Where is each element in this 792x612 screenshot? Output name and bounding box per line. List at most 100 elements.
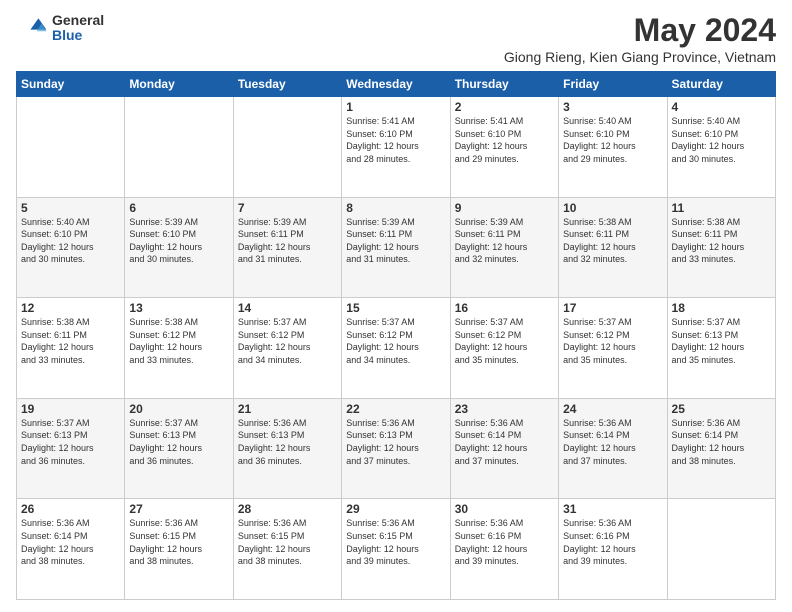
col-thursday: Thursday: [450, 72, 558, 97]
table-row: 19Sunrise: 5:37 AM Sunset: 6:13 PM Dayli…: [17, 398, 125, 499]
day-details: Sunrise: 5:37 AM Sunset: 6:12 PM Dayligh…: [238, 316, 337, 366]
day-details: Sunrise: 5:36 AM Sunset: 6:14 PM Dayligh…: [21, 517, 120, 567]
day-details: Sunrise: 5:39 AM Sunset: 6:10 PM Dayligh…: [129, 216, 228, 266]
table-row: 13Sunrise: 5:38 AM Sunset: 6:12 PM Dayli…: [125, 298, 233, 399]
day-details: Sunrise: 5:36 AM Sunset: 6:15 PM Dayligh…: [129, 517, 228, 567]
logo-text: General Blue: [52, 13, 104, 44]
col-sunday: Sunday: [17, 72, 125, 97]
day-details: Sunrise: 5:36 AM Sunset: 6:15 PM Dayligh…: [346, 517, 445, 567]
table-row: 14Sunrise: 5:37 AM Sunset: 6:12 PM Dayli…: [233, 298, 341, 399]
day-number: 20: [129, 402, 228, 416]
table-row: 28Sunrise: 5:36 AM Sunset: 6:15 PM Dayli…: [233, 499, 341, 600]
day-details: Sunrise: 5:36 AM Sunset: 6:14 PM Dayligh…: [563, 417, 662, 467]
day-number: 31: [563, 502, 662, 516]
day-number: 26: [21, 502, 120, 516]
table-row: 8Sunrise: 5:39 AM Sunset: 6:11 PM Daylig…: [342, 197, 450, 298]
table-row: 31Sunrise: 5:36 AM Sunset: 6:16 PM Dayli…: [559, 499, 667, 600]
day-details: Sunrise: 5:37 AM Sunset: 6:12 PM Dayligh…: [455, 316, 554, 366]
logo-general: General: [52, 13, 104, 28]
day-number: 11: [672, 201, 771, 215]
day-number: 8: [346, 201, 445, 215]
table-row: 9Sunrise: 5:39 AM Sunset: 6:11 PM Daylig…: [450, 197, 558, 298]
col-wednesday: Wednesday: [342, 72, 450, 97]
day-details: Sunrise: 5:41 AM Sunset: 6:10 PM Dayligh…: [346, 115, 445, 165]
day-number: 19: [21, 402, 120, 416]
day-details: Sunrise: 5:36 AM Sunset: 6:14 PM Dayligh…: [672, 417, 771, 467]
day-details: Sunrise: 5:36 AM Sunset: 6:16 PM Dayligh…: [455, 517, 554, 567]
table-row: 10Sunrise: 5:38 AM Sunset: 6:11 PM Dayli…: [559, 197, 667, 298]
day-details: Sunrise: 5:41 AM Sunset: 6:10 PM Dayligh…: [455, 115, 554, 165]
table-row: [17, 97, 125, 198]
day-details: Sunrise: 5:40 AM Sunset: 6:10 PM Dayligh…: [672, 115, 771, 165]
day-number: 22: [346, 402, 445, 416]
day-details: Sunrise: 5:39 AM Sunset: 6:11 PM Dayligh…: [455, 216, 554, 266]
col-friday: Friday: [559, 72, 667, 97]
col-monday: Monday: [125, 72, 233, 97]
day-number: 21: [238, 402, 337, 416]
table-row: 11Sunrise: 5:38 AM Sunset: 6:11 PM Dayli…: [667, 197, 775, 298]
logo: General Blue: [16, 12, 104, 44]
page: General Blue May 2024 Giong Rieng, Kien …: [0, 0, 792, 612]
day-number: 28: [238, 502, 337, 516]
day-number: 18: [672, 301, 771, 315]
table-row: 26Sunrise: 5:36 AM Sunset: 6:14 PM Dayli…: [17, 499, 125, 600]
day-number: 15: [346, 301, 445, 315]
day-details: Sunrise: 5:36 AM Sunset: 6:16 PM Dayligh…: [563, 517, 662, 567]
day-details: Sunrise: 5:38 AM Sunset: 6:11 PM Dayligh…: [563, 216, 662, 266]
calendar-header-row: Sunday Monday Tuesday Wednesday Thursday…: [17, 72, 776, 97]
col-saturday: Saturday: [667, 72, 775, 97]
day-details: Sunrise: 5:40 AM Sunset: 6:10 PM Dayligh…: [563, 115, 662, 165]
table-row: 12Sunrise: 5:38 AM Sunset: 6:11 PM Dayli…: [17, 298, 125, 399]
logo-icon: [16, 12, 48, 44]
table-row: 23Sunrise: 5:36 AM Sunset: 6:14 PM Dayli…: [450, 398, 558, 499]
title-block: May 2024 Giong Rieng, Kien Giang Provinc…: [504, 12, 776, 65]
table-row: 25Sunrise: 5:36 AM Sunset: 6:14 PM Dayli…: [667, 398, 775, 499]
day-number: 17: [563, 301, 662, 315]
table-row: 30Sunrise: 5:36 AM Sunset: 6:16 PM Dayli…: [450, 499, 558, 600]
logo-blue: Blue: [52, 28, 104, 43]
table-row: 20Sunrise: 5:37 AM Sunset: 6:13 PM Dayli…: [125, 398, 233, 499]
calendar-week-row: 12Sunrise: 5:38 AM Sunset: 6:11 PM Dayli…: [17, 298, 776, 399]
table-row: 17Sunrise: 5:37 AM Sunset: 6:12 PM Dayli…: [559, 298, 667, 399]
day-number: 4: [672, 100, 771, 114]
day-number: 24: [563, 402, 662, 416]
day-number: 2: [455, 100, 554, 114]
subtitle: Giong Rieng, Kien Giang Province, Vietna…: [504, 49, 776, 65]
day-details: Sunrise: 5:36 AM Sunset: 6:15 PM Dayligh…: [238, 517, 337, 567]
table-row: 24Sunrise: 5:36 AM Sunset: 6:14 PM Dayli…: [559, 398, 667, 499]
table-row: 1Sunrise: 5:41 AM Sunset: 6:10 PM Daylig…: [342, 97, 450, 198]
table-row: [667, 499, 775, 600]
day-number: 13: [129, 301, 228, 315]
day-details: Sunrise: 5:38 AM Sunset: 6:11 PM Dayligh…: [21, 316, 120, 366]
day-details: Sunrise: 5:37 AM Sunset: 6:12 PM Dayligh…: [563, 316, 662, 366]
table-row: 15Sunrise: 5:37 AM Sunset: 6:12 PM Dayli…: [342, 298, 450, 399]
table-row: 27Sunrise: 5:36 AM Sunset: 6:15 PM Dayli…: [125, 499, 233, 600]
col-tuesday: Tuesday: [233, 72, 341, 97]
table-row: 7Sunrise: 5:39 AM Sunset: 6:11 PM Daylig…: [233, 197, 341, 298]
day-details: Sunrise: 5:39 AM Sunset: 6:11 PM Dayligh…: [238, 216, 337, 266]
day-number: 14: [238, 301, 337, 315]
day-number: 3: [563, 100, 662, 114]
day-number: 7: [238, 201, 337, 215]
main-title: May 2024: [504, 12, 776, 49]
day-number: 12: [21, 301, 120, 315]
table-row: 2Sunrise: 5:41 AM Sunset: 6:10 PM Daylig…: [450, 97, 558, 198]
calendar-week-row: 19 Sunrise: 5:37 AM Sunset: 6:13 PM Dayli…: [17, 398, 776, 499]
day-details: Sunrise: 5:38 AM Sunset: 6:12 PM Dayligh…: [129, 316, 228, 366]
day-details: Sunrise: 5:37 AM Sunset: 6:13 PM Dayligh…: [129, 417, 228, 467]
calendar-week-row: 5Sunrise: 5:40 AM Sunset: 6:10 PM Daylig…: [17, 197, 776, 298]
day-number: 29: [346, 502, 445, 516]
header: General Blue May 2024 Giong Rieng, Kien …: [16, 12, 776, 65]
day-number: 1: [346, 100, 445, 114]
day-number: 10: [563, 201, 662, 215]
calendar-week-row: 1Sunrise: 5:41 AM Sunset: 6:10 PM Daylig…: [17, 97, 776, 198]
day-details: Sunrise: 5:37 AM Sunset: 6:12 PM Dayligh…: [346, 316, 445, 366]
calendar-table: Sunday Monday Tuesday Wednesday Thursday…: [16, 71, 776, 600]
day-details: Sunrise: 5:36 AM Sunset: 6:13 PM Dayligh…: [346, 417, 445, 467]
table-row: 6Sunrise: 5:39 AM Sunset: 6:10 PM Daylig…: [125, 197, 233, 298]
table-row: 4Sunrise: 5:40 AM Sunset: 6:10 PM Daylig…: [667, 97, 775, 198]
calendar-week-row: 26Sunrise: 5:36 AM Sunset: 6:14 PM Dayli…: [17, 499, 776, 600]
table-row: 21Sunrise: 5:36 AM Sunset: 6:13 PM Dayli…: [233, 398, 341, 499]
day-details: Sunrise: 5:39 AM Sunset: 6:11 PM Dayligh…: [346, 216, 445, 266]
table-row: 22Sunrise: 5:36 AM Sunset: 6:13 PM Dayli…: [342, 398, 450, 499]
